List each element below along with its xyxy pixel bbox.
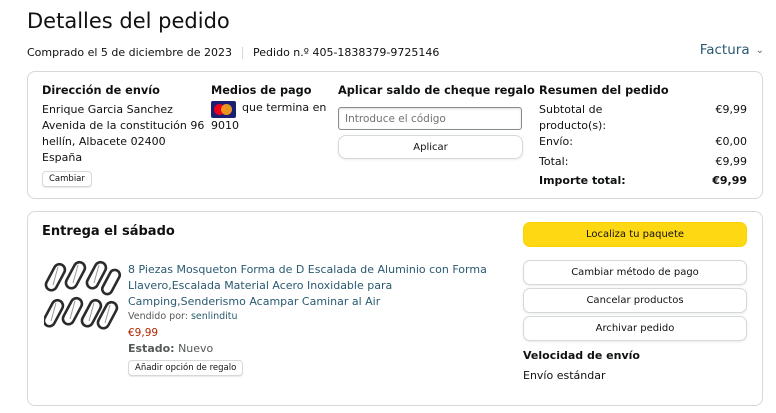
carabiner-product-image[interactable] — [44, 259, 122, 337]
purchase-date: Comprado el 5 de diciembre de 2023 — [27, 46, 233, 59]
order-meta: Comprado el 5 de diciembre de 2023 Pedid… — [27, 46, 439, 59]
delivery-box: Entrega el sábado 8 Piezas Mosqueton For… — [27, 211, 763, 406]
status-label: Estado: — [128, 342, 175, 355]
add-gift-option-button[interactable]: Añadir opción de regalo — [128, 360, 244, 376]
apply-gift-button[interactable]: Aplicar — [338, 135, 523, 159]
summary-heading: Resumen del pedido — [539, 84, 669, 97]
archive-order-button[interactable]: Archivar pedido — [523, 316, 747, 341]
track-package-button[interactable]: Localiza tu paquete — [523, 222, 747, 247]
shipping-speed-heading: Velocidad de envío — [523, 349, 640, 362]
seller-line: Vendido por: senlinditu — [128, 311, 238, 322]
summary-label: Importe total: — [539, 174, 626, 187]
summary-label: Total: — [539, 155, 569, 168]
payment-card-last: 9010 — [211, 119, 239, 132]
product-status: Estado: Nuevo — [128, 342, 213, 355]
shipping-line2: hellín, Albacete 02400 — [42, 135, 166, 148]
payment-card-text: que termina en — [242, 101, 327, 114]
order-info-box: Dirección de envío Enrique Garcia Sanche… — [27, 71, 763, 199]
payment-heading: Medios de pago — [211, 84, 312, 97]
order-number: Pedido n.º 405-1838379-9725146 — [253, 46, 440, 59]
mastercard-icon — [211, 101, 236, 118]
product-price: €9,99 — [128, 327, 159, 339]
delivery-title: Entrega el sábado — [42, 224, 175, 239]
gift-code-input[interactable] — [338, 107, 522, 130]
chevron-down-icon: ⌄ — [755, 44, 764, 56]
shipping-name: Enrique Garcia Sanchez — [42, 103, 173, 116]
summary-value: €9,99 — [712, 174, 747, 187]
summary-row-total: Total: €9,99 — [539, 154, 747, 170]
summary-value: €9,99 — [715, 155, 748, 168]
change-address-button[interactable]: Cambiar — [42, 171, 92, 187]
seller-link[interactable]: senlinditu — [191, 311, 238, 322]
product-title-link[interactable]: 8 Piezas Mosqueton Forma de D Escalada d… — [128, 262, 508, 310]
invoice-label: Factura — [699, 42, 750, 58]
page-title: Detalles del pedido — [27, 9, 230, 33]
summary-row-shipping: Envío: €0,00 — [539, 134, 747, 150]
summary-label: Subtotal de producto(s): — [539, 103, 607, 132]
change-payment-button[interactable]: Cambiar método de pago — [523, 260, 747, 285]
shipping-country: España — [42, 151, 83, 164]
shipping-line1: Avenida de la constitución 96 — [42, 119, 205, 132]
shipping-heading: Dirección de envío — [42, 84, 160, 97]
meta-divider — [242, 46, 244, 59]
summary-value: €9,99 — [715, 103, 748, 116]
gift-heading: Aplicar saldo de cheque regalo — [338, 84, 535, 97]
summary-value: €0,00 — [715, 135, 748, 148]
sold-by-label: Vendido por: — [128, 311, 188, 322]
cancel-items-button[interactable]: Cancelar productos — [523, 288, 747, 313]
summary-label: Envío: — [539, 135, 573, 148]
invoice-dropdown[interactable]: Factura ⌄ — [700, 42, 764, 58]
status-value: Nuevo — [178, 342, 214, 355]
summary-row-subtotal: Subtotal de producto(s): €9,99 — [539, 102, 747, 134]
shipping-speed-value: Envío estándar — [523, 369, 606, 382]
summary-row-grand-total: Importe total: €9,99 — [539, 173, 747, 189]
